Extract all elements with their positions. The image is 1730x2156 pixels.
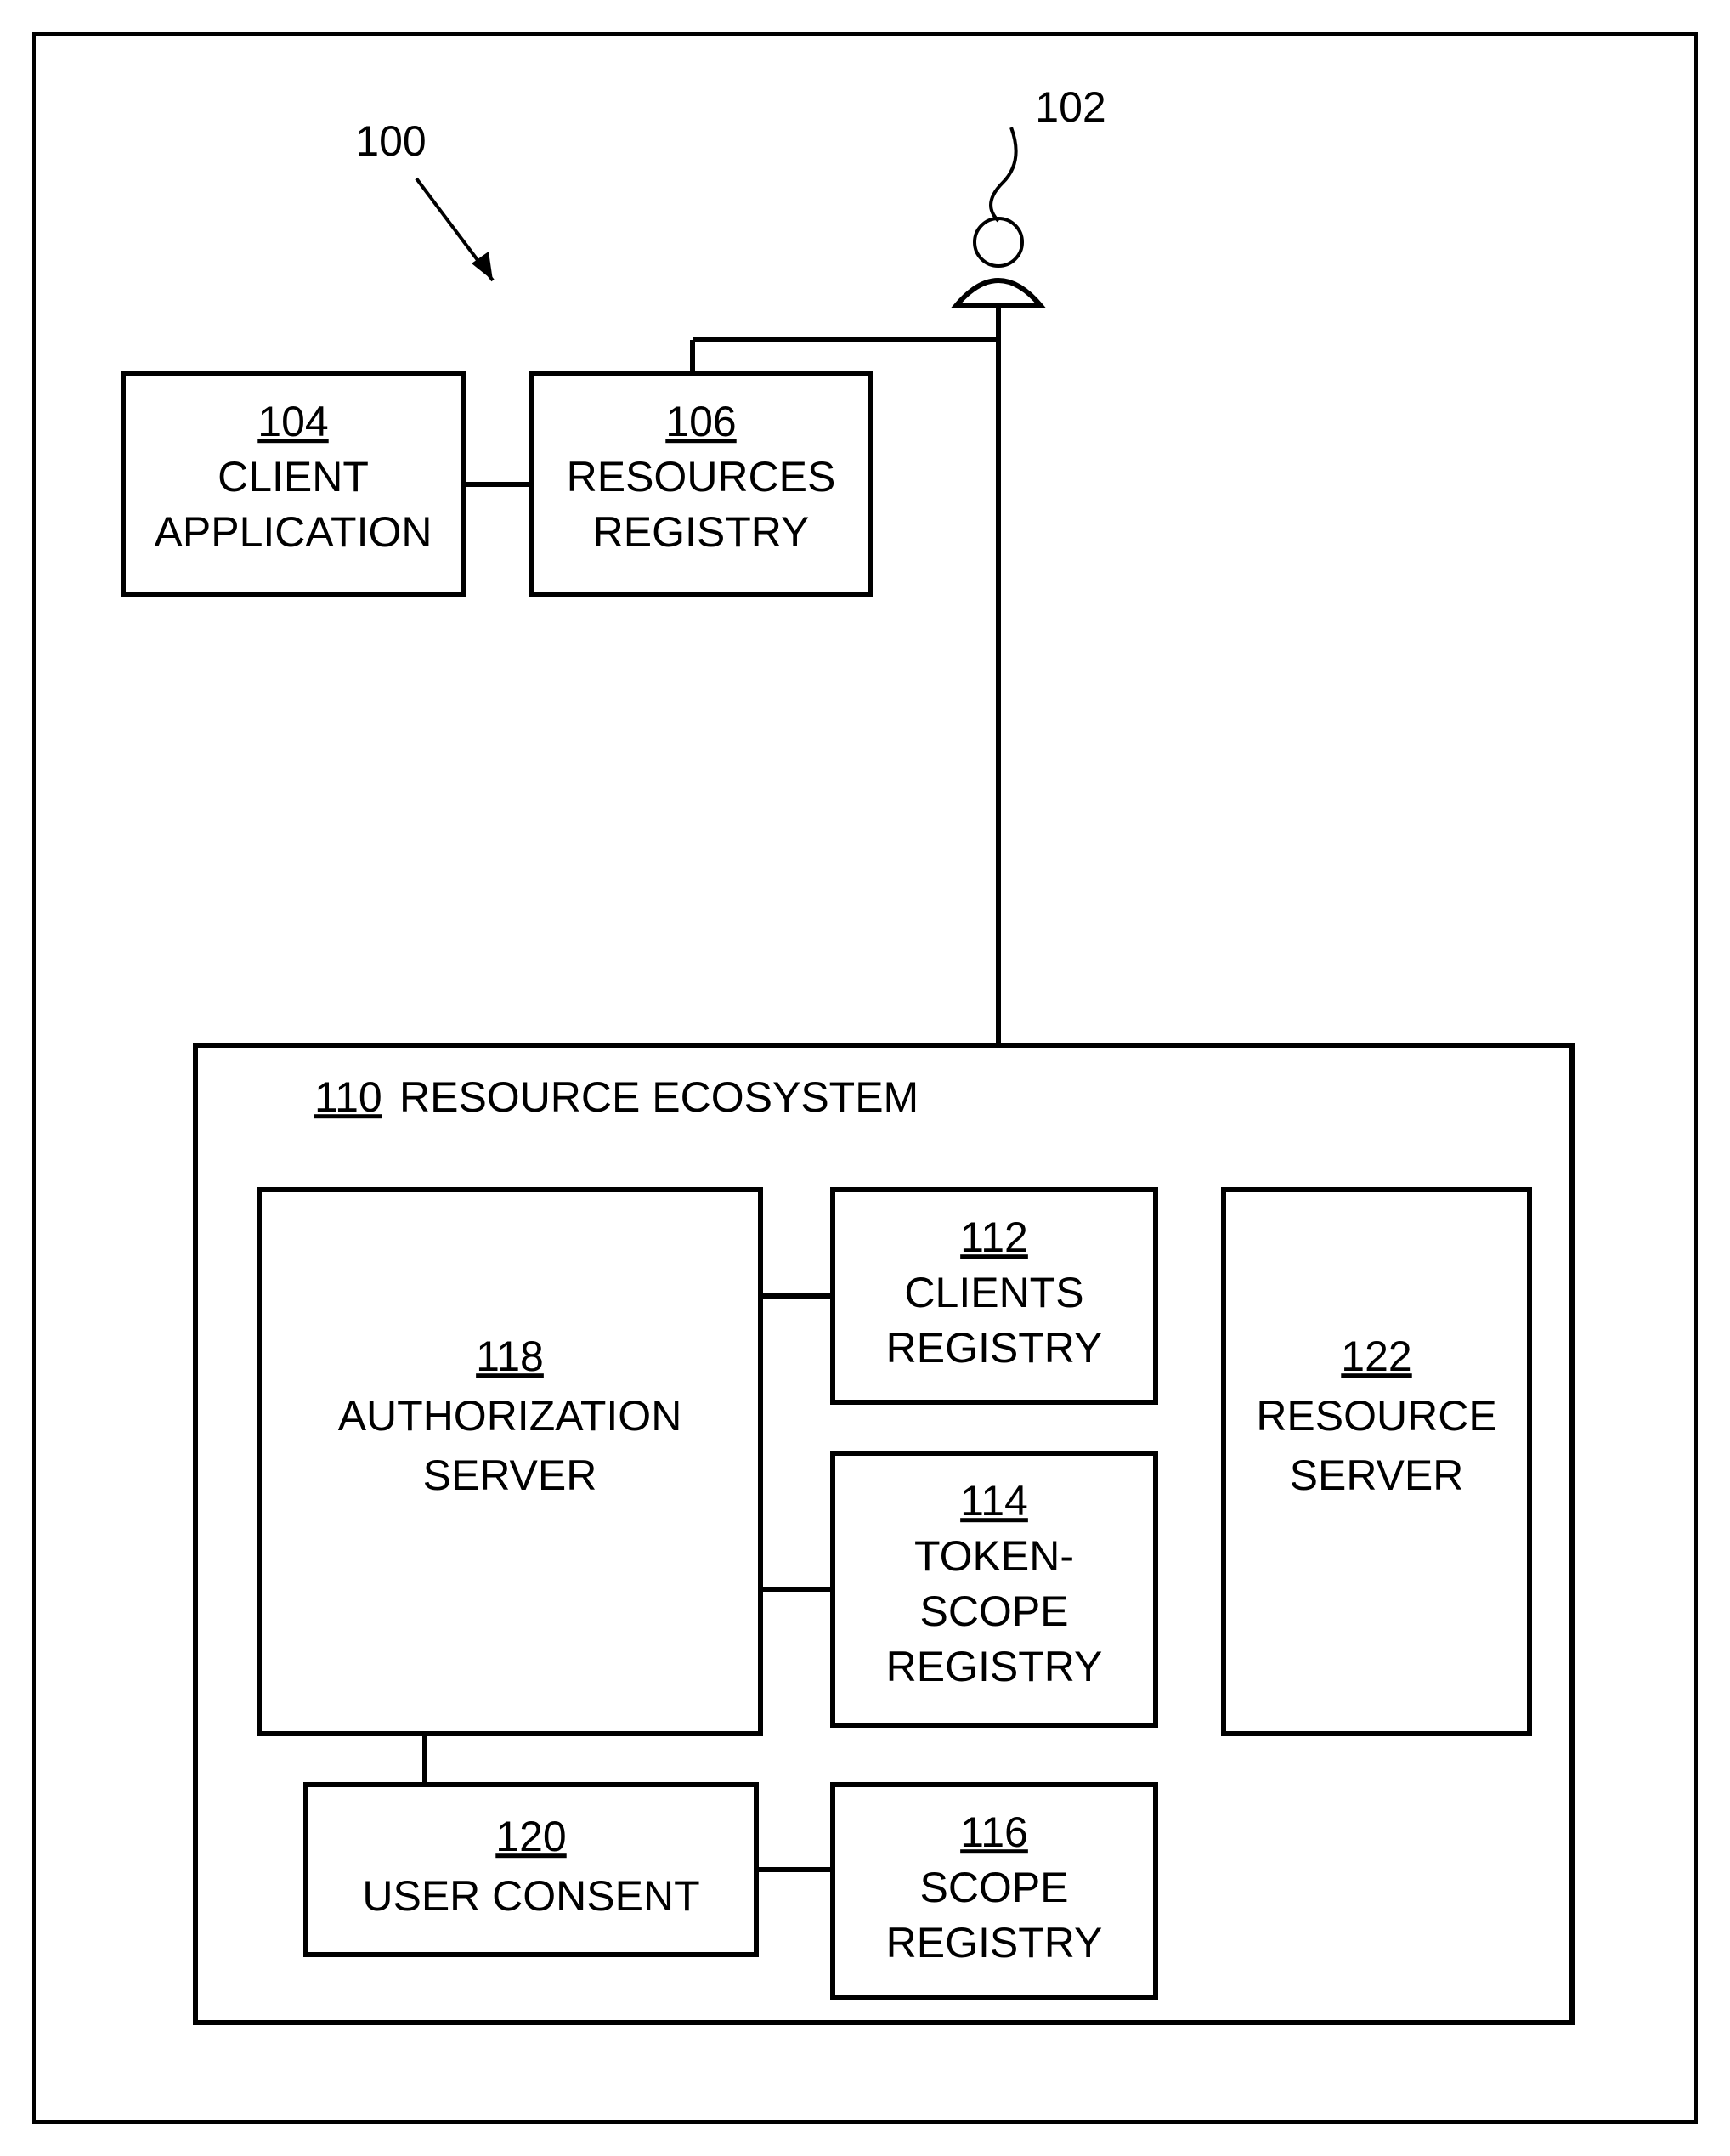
box-resource-server: 122 RESOURCE SERVER [1224, 1190, 1529, 1734]
ref-100-label: 100 [355, 117, 426, 165]
num-112: 112 [960, 1214, 1028, 1261]
lbl-106-2: REGISTRY [593, 508, 810, 556]
num-122: 122 [1341, 1333, 1411, 1380]
box-resources-registry: 106 RESOURCES REGISTRY [531, 374, 871, 595]
lbl-114-2: SCOPE [919, 1587, 1068, 1635]
box-user-consent: 120 USER CONSENT [306, 1785, 756, 1955]
num-110: 110 [314, 1073, 382, 1121]
num-120: 120 [495, 1813, 566, 1860]
lbl-120: USER CONSENT [362, 1872, 699, 1920]
lbl-116-2: REGISTRY [886, 1919, 1103, 1966]
lbl-112-1: CLIENTS [904, 1269, 1083, 1316]
num-116: 116 [960, 1808, 1028, 1856]
user-ref: 102 [956, 83, 1106, 306]
ref-102-lead [991, 127, 1016, 221]
num-114: 114 [960, 1477, 1028, 1525]
lbl-116-1: SCOPE [919, 1864, 1068, 1911]
lbl-114-3: REGISTRY [886, 1643, 1103, 1690]
user-icon [956, 218, 1041, 306]
box-token-scope-registry: 114 TOKEN- SCOPE REGISTRY [833, 1453, 1156, 1725]
lbl-114-1: TOKEN- [914, 1532, 1074, 1580]
lbl-118-1: AUTHORIZATION [338, 1392, 682, 1440]
lbl-122-1: RESOURCE [1256, 1392, 1496, 1440]
ref-100: 100 [355, 117, 493, 280]
lbl-122-2: SERVER [1290, 1451, 1464, 1499]
diagram-canvas: 100 102 104 CLIENT APPLICATION 106 RESOU… [0, 0, 1730, 2156]
box-client-application: 104 CLIENT APPLICATION [123, 374, 463, 595]
num-106: 106 [665, 398, 736, 445]
lbl-106-1: RESOURCES [567, 453, 836, 501]
ref-102-label: 102 [1035, 83, 1105, 131]
lbl-104-1: CLIENT [218, 453, 369, 501]
lbl-104-2: APPLICATION [155, 508, 432, 556]
num-104: 104 [257, 398, 328, 445]
lbl-118-2: SERVER [423, 1451, 597, 1499]
box-scope-registry: 116 SCOPE REGISTRY [833, 1785, 1156, 1997]
lbl-110: RESOURCE ECOSYSTEM [399, 1073, 919, 1121]
box-authorization-server: 118 AUTHORIZATION SERVER [259, 1190, 760, 1734]
box-clients-registry: 112 CLIENTS REGISTRY [833, 1190, 1156, 1402]
num-118: 118 [476, 1333, 544, 1380]
lbl-112-2: REGISTRY [886, 1324, 1103, 1372]
